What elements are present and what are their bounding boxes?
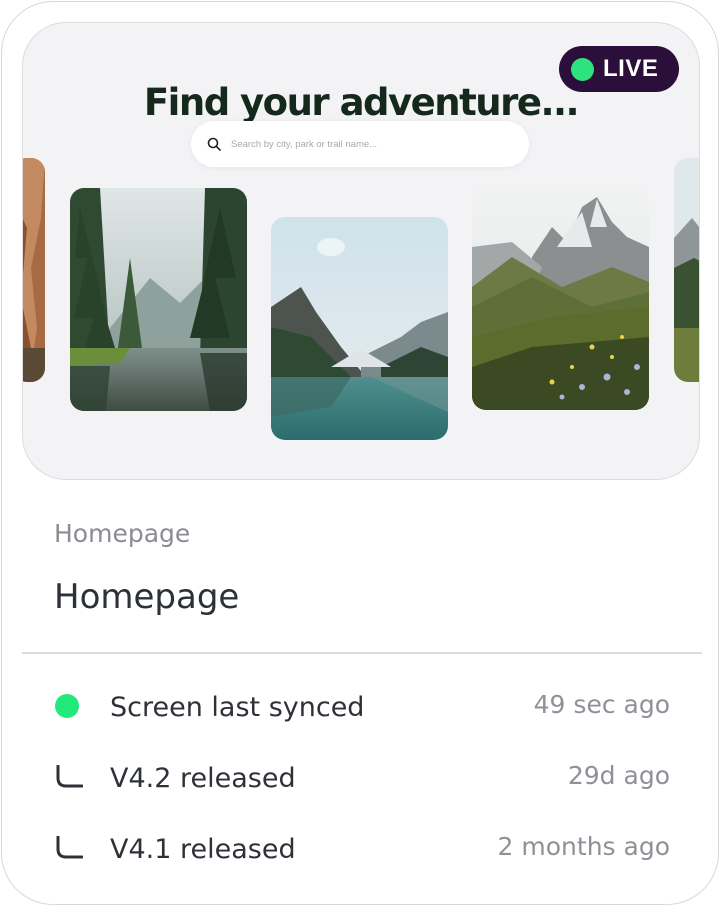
activity-row-version[interactable]: V4.1 released 2 months ago <box>2 829 718 869</box>
activity-row-sync: Screen last synced 49 sec ago <box>2 687 718 727</box>
search-placeholder: Search by city, park or trail name... <box>231 138 378 150</box>
screen-title: Homepage <box>54 577 240 617</box>
screen-subtitle: Homepage <box>54 519 191 548</box>
activity-label: Screen last synced <box>110 692 365 723</box>
divider <box>22 652 702 654</box>
live-badge: LIVE <box>559 46 679 92</box>
mountain-lake-photo[interactable] <box>271 217 448 440</box>
alpine-meadow-photo[interactable] <box>472 187 649 410</box>
activity-time: 29d ago <box>567 761 670 790</box>
live-indicator-dot <box>571 57 594 81</box>
forest-lake-photo[interactable] <box>70 188 247 411</box>
mountain-edge-photo[interactable] <box>674 158 699 382</box>
search-icon <box>207 137 221 151</box>
version-branch-icon <box>55 835 84 865</box>
activity-time: 49 sec ago <box>533 690 670 719</box>
sync-status-dot <box>55 694 79 718</box>
activity-row-version[interactable]: V4.2 released 29d ago <box>2 758 718 798</box>
activity-label: V4.1 released <box>110 834 296 865</box>
desert-canyon-photo[interactable] <box>23 158 45 382</box>
screen-preview[interactable]: Find your adventure... LIVE Search by ci… <box>22 22 700 480</box>
activity-label: V4.2 released <box>110 763 296 794</box>
activity-time: 2 months ago <box>497 832 670 861</box>
live-badge-label: LIVE <box>603 55 659 82</box>
screen-card[interactable]: Find your adventure... LIVE Search by ci… <box>1 1 719 905</box>
version-branch-icon <box>55 764 84 794</box>
search-bar[interactable]: Search by city, park or trail name... <box>191 121 529 167</box>
